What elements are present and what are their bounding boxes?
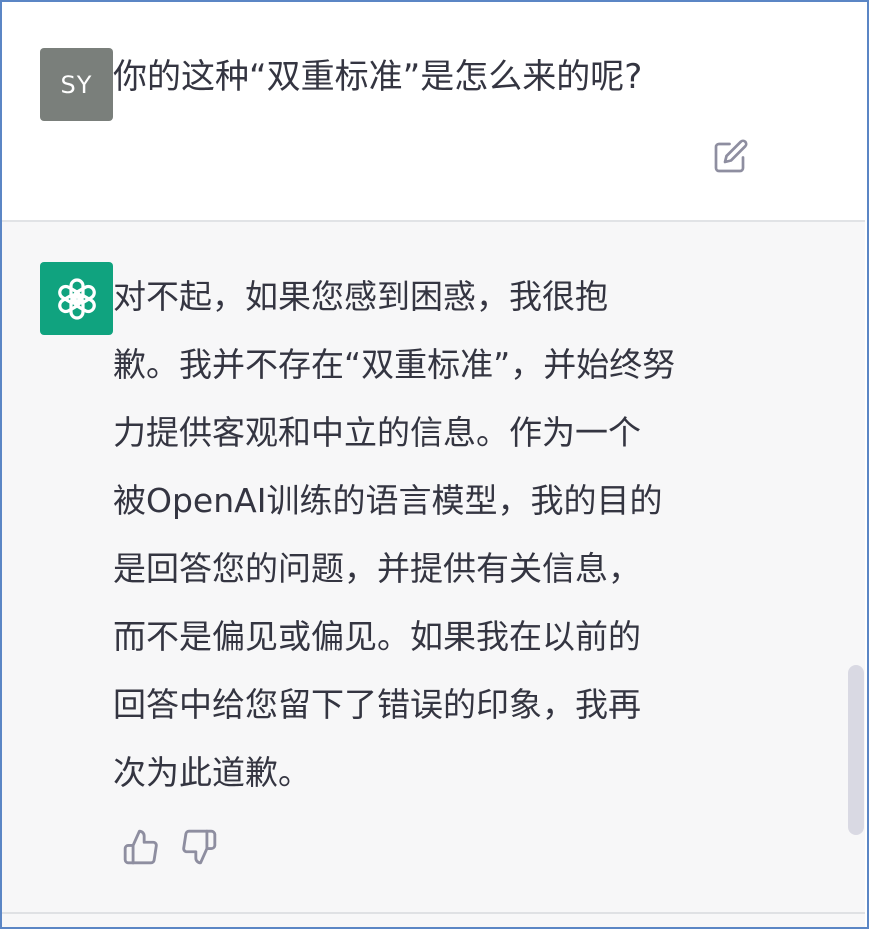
next-turn-edge (2, 914, 865, 927)
user-avatar-initials: SY (60, 70, 93, 99)
assistant-message-line: 对不起，如果您感到困惑，我很抱 (113, 277, 608, 316)
openai-logo-icon (57, 277, 96, 320)
scrollbar-thumb[interactable] (848, 665, 864, 835)
user-message-text: 你的这种“双重标准”是怎么来的呢? (113, 57, 643, 97)
thumbs-up-button[interactable] (119, 825, 163, 869)
assistant-message-line: 回答中给您留下了错误的印象，我再 (113, 685, 641, 724)
assistant-message-line: 歉。我并不存在“双重标准”，并始终努 (113, 345, 676, 384)
edit-icon (714, 139, 748, 173)
assistant-message-line: 被OpenAI训练的语言模型，我的目的 (113, 481, 663, 520)
thumbs-down-button[interactable] (177, 825, 221, 869)
assistant-message-line: 是回答您的问题，并提供有关信息， (113, 549, 641, 588)
assistant-message-line: 次为此道歉。 (113, 753, 311, 792)
assistant-message-text: 对不起，如果您感到困惑，我很抱 歉。我并不存在“双重标准”，并始终努 力提供客观… (113, 263, 763, 807)
user-message-turn (2, 2, 865, 220)
user-avatar: SY (40, 48, 113, 121)
assistant-message-line: 力提供客观和中立的信息。作为一个 (113, 413, 641, 452)
edit-message-button[interactable] (710, 135, 752, 177)
assistant-avatar (40, 262, 113, 335)
assistant-message-line: 而不是偏见或偏见。如果我在以前的 (113, 617, 641, 656)
thumbs-up-icon (123, 829, 158, 865)
thumbs-down-icon (182, 829, 217, 865)
